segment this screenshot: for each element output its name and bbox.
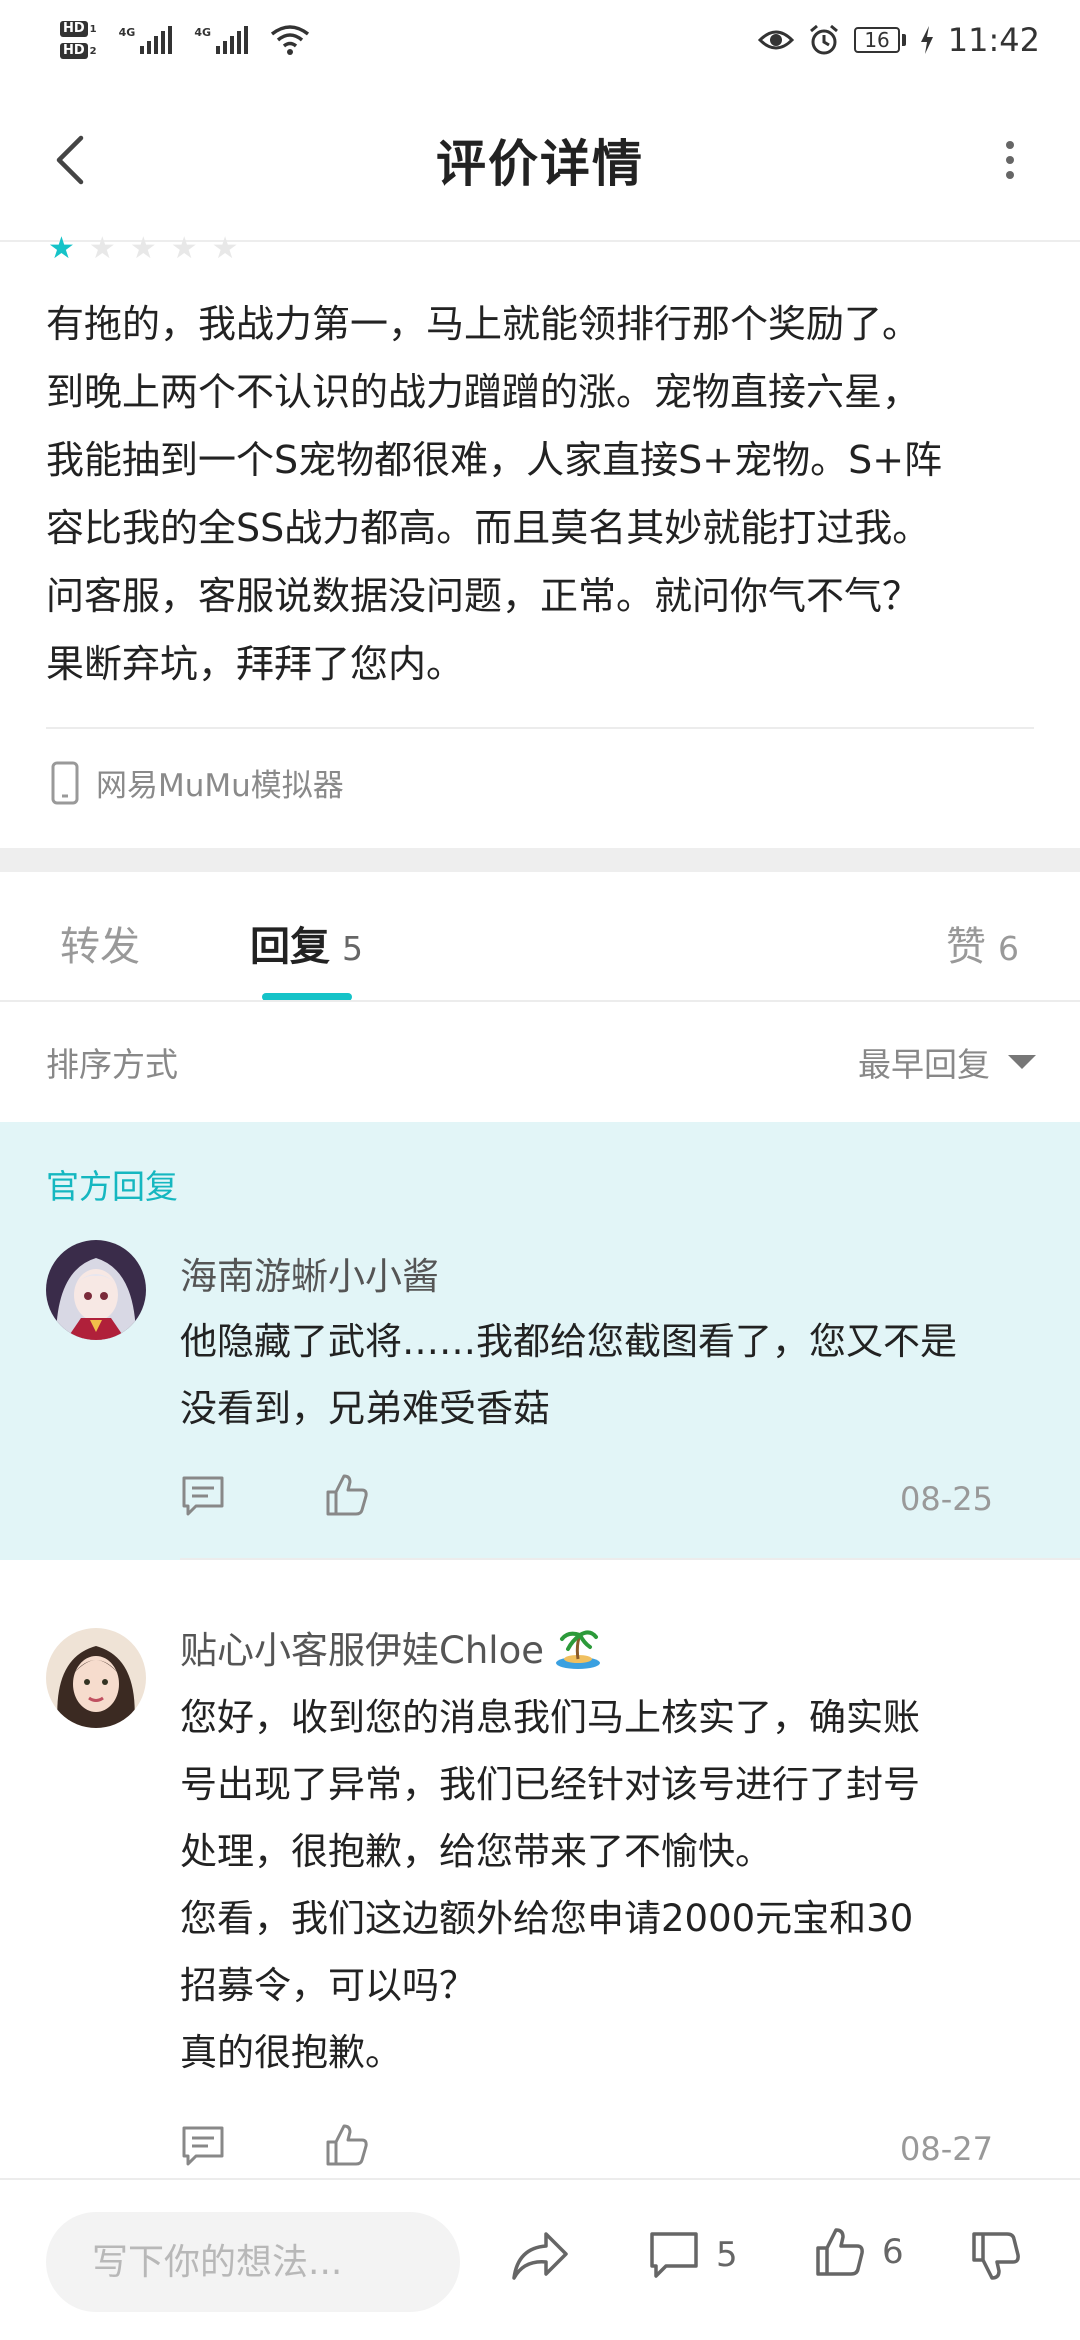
reply-like-button[interactable] (324, 2122, 374, 2172)
anime-avatar-image (46, 1240, 146, 1340)
more-vertical-icon (1006, 141, 1014, 179)
reply-author[interactable]: 贴心小客服伊娃Chloe (180, 1620, 602, 1674)
avatar[interactable] (46, 1240, 146, 1340)
comment-icon (182, 1476, 224, 1516)
reply-text: 您好，收到您的消息我们马上核实了，确实账 号出现了异常，我们已经针对该号进行了封… (180, 1696, 920, 2074)
status-left: HD 1 HD 2 4G 4G (60, 21, 310, 59)
signal-icon-1: 4G (119, 26, 173, 54)
tab-likes-label: 赞 (946, 924, 986, 970)
user-avatar-image (46, 1628, 146, 1728)
star-empty-icon: ★ (129, 231, 157, 266)
battery-icon: 16 (854, 27, 906, 53)
device-divider (46, 727, 1034, 729)
app-header: 评价详情 (0, 80, 1080, 240)
tab-forward[interactable]: 转发 (60, 914, 140, 972)
comment-count-button[interactable]: 5 (648, 2230, 738, 2280)
comment-icon (182, 2126, 224, 2166)
alarm-icon (810, 24, 839, 55)
comment-input[interactable] (46, 2212, 460, 2312)
bottom-action-bar: 5 6 (0, 2178, 1080, 2340)
rating-stars: ★ ★ ★ ★ ★ (48, 234, 239, 264)
star-empty-icon: ★ (88, 231, 116, 266)
star-filled-icon: ★ (48, 231, 75, 266)
section-separator (0, 848, 1080, 872)
status-time: 11:42 (947, 21, 1040, 59)
sort-dropdown[interactable]: 最早回复 (858, 1038, 1036, 1086)
reply-author-name[interactable]: 海南游蜥小小酱 (180, 1246, 439, 1300)
star-empty-icon: ★ (211, 231, 239, 266)
reply-date: 08-25 (900, 1480, 993, 1518)
share-arrow-icon (512, 2232, 568, 2280)
thumbs-up-icon (326, 1474, 368, 1516)
status-bar: HD 1 HD 2 4G 4G 16 11:42 (0, 0, 1080, 80)
like-count-button[interactable]: 6 (814, 2226, 904, 2278)
caret-down-icon (1008, 1055, 1036, 1069)
share-button[interactable] (510, 2228, 570, 2284)
sort-row: 排序方式 最早回复 (0, 1002, 1080, 1122)
page-title: 评价详情 (436, 135, 644, 193)
sort-label: 排序方式 (46, 1045, 178, 1084)
comment-count: 5 (716, 2235, 738, 2275)
official-reply-label: 官方回复 (46, 1167, 178, 1206)
more-menu-button[interactable] (980, 130, 1040, 190)
charging-icon (920, 26, 933, 54)
status-right: 16 11:42 (758, 21, 1040, 59)
eye-icon (758, 30, 795, 50)
tab-replies-count: 5 (342, 929, 363, 968)
island-icon (555, 1630, 600, 1669)
star-empty-icon: ★ (170, 231, 198, 266)
hd-indicator-2: HD 2 (60, 43, 97, 59)
phone-icon (51, 761, 79, 804)
signal-icon-2: 4G (194, 26, 249, 54)
review-text: 有拖的，我战力第一，马上就能领排行那个奖励了。 到晚上两个不认识的战力蹭蹭的涨。… (46, 302, 943, 686)
hd-indicator-1: HD 1 (60, 21, 97, 37)
thumbs-down-icon (972, 2232, 1020, 2280)
tab-likes-count: 6 (998, 929, 1019, 968)
back-button[interactable] (40, 130, 100, 190)
reply-text: 他隐藏了武将……我都给您截图看了，您又不是 没看到，兄弟难受香菇 (180, 1320, 957, 1430)
reply-comment-button[interactable] (180, 2124, 230, 2174)
like-count: 6 (882, 2232, 904, 2272)
comment-icon (650, 2232, 698, 2278)
official-reply: 官方回复 海南游蜥小小酱 他隐藏了武将……我都给您截图看了，您又不是 没看到，兄… (0, 1122, 1080, 1560)
reply-date: 08-27 (900, 2130, 993, 2168)
dislike-button[interactable] (970, 2230, 1022, 2282)
wifi-icon (270, 25, 310, 55)
thumbs-up-icon (326, 2124, 368, 2166)
tab-replies-label: 回复 (250, 924, 330, 970)
thumbs-up-icon (816, 2228, 864, 2276)
back-arrow-icon (56, 135, 84, 185)
reply-author-name: 贴心小客服伊娃Chloe (180, 1629, 544, 1672)
reply-divider (180, 1558, 1080, 1560)
tab-forward-label: 转发 (60, 924, 140, 970)
avatar[interactable] (46, 1628, 146, 1728)
tab-likes[interactable]: 赞 6 (946, 914, 1019, 972)
device-label: 网易MuMu模拟器 (96, 768, 344, 804)
hd-indicators: HD 1 HD 2 (60, 21, 97, 59)
tab-bar: 转发 回复 5 赞 6 (0, 872, 1080, 1002)
tab-replies[interactable]: 回复 5 (250, 914, 363, 972)
device-info: 网易MuMu模拟器 (50, 760, 344, 805)
reply-comment-button[interactable] (180, 1474, 230, 1524)
sort-value: 最早回复 (858, 1045, 990, 1084)
reply-like-button[interactable] (324, 1472, 374, 1522)
